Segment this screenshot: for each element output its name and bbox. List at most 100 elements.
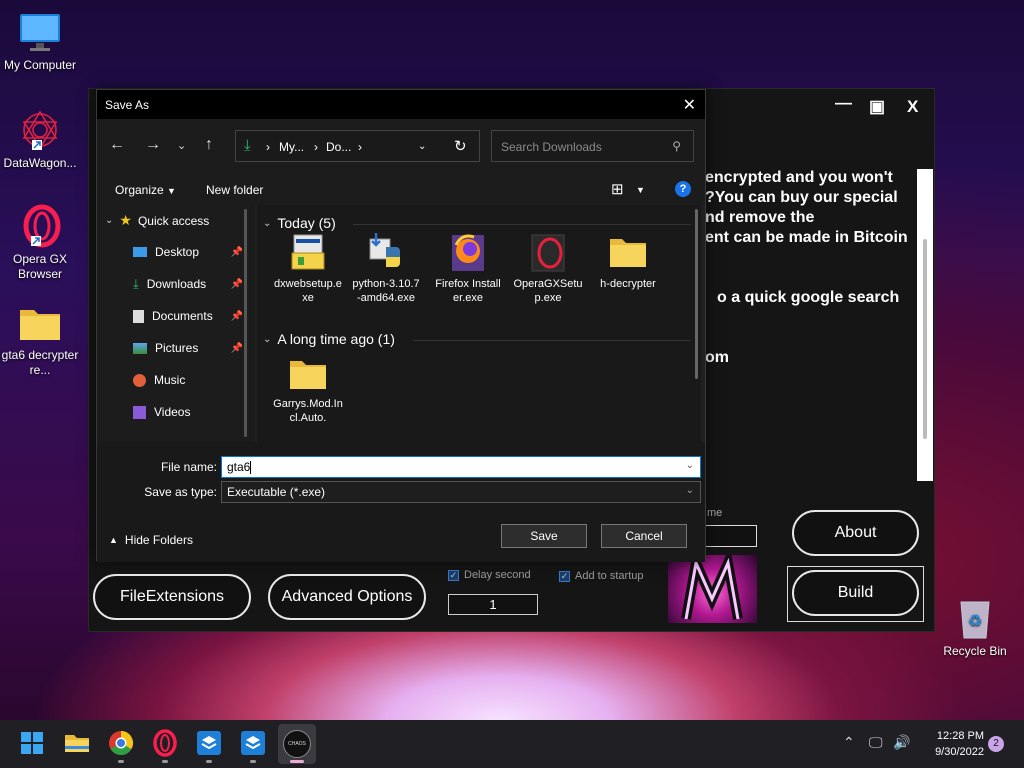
- nav-item-videos[interactable]: Videos: [133, 403, 253, 421]
- help-icon[interactable]: ?: [675, 181, 691, 197]
- chevron-down-icon[interactable]: ⌄: [686, 460, 694, 471]
- checkbox-box[interactable]: ✓: [559, 570, 570, 582]
- folder-icon: [18, 304, 62, 344]
- desktop-icon-opera-gx[interactable]: Opera GX Browser: [0, 204, 80, 282]
- back-arrow-icon[interactable]: ←: [109, 136, 125, 154]
- network-icon[interactable]: 🖵: [869, 734, 883, 751]
- pin-icon[interactable]: 📌: [231, 311, 243, 322]
- app-button[interactable]: [194, 728, 224, 763]
- breadcrumb-my-computer[interactable]: My...: [279, 140, 304, 154]
- partial-text-field[interactable]: [705, 525, 757, 547]
- show-hidden-icons-icon[interactable]: ⌃: [843, 734, 855, 751]
- chevron-down-icon[interactable]: ⌄: [686, 485, 694, 496]
- refresh-icon[interactable]: ↻: [454, 137, 467, 155]
- chevron-down-icon[interactable]: ⌄: [263, 218, 271, 229]
- build-button[interactable]: Build: [792, 570, 919, 616]
- ransom-note-line: encrypted and you won't: [705, 169, 893, 186]
- save-as-type-select[interactable]: Executable (*.exe) ⌄: [221, 481, 701, 503]
- nav-item-downloads[interactable]: ⤓ Downloads 📌: [133, 275, 253, 293]
- desktop-icon-recycle-bin[interactable]: ♻ Recycle Bin: [935, 596, 1015, 659]
- view-chevron-icon[interactable]: ▼: [636, 185, 645, 195]
- save-as-type-label: Save as type:: [144, 485, 217, 499]
- notification-badge[interactable]: 2: [988, 736, 1004, 752]
- file-item[interactable]: Garrys.Mod.Incl.Auto.: [273, 355, 343, 425]
- ransom-note-line: ?You can buy our special: [705, 189, 898, 206]
- file-name: python-3.10.7-amd64.exe: [352, 278, 420, 304]
- chaos-app-button[interactable]: CHAOS: [278, 724, 316, 764]
- nav-item-desktop[interactable]: Desktop 📌: [133, 243, 253, 261]
- view-options-icon[interactable]: ⊞: [611, 180, 624, 198]
- maximize-button[interactable]: ▣: [869, 97, 885, 117]
- save-button[interactable]: Save: [501, 524, 587, 548]
- about-button[interactable]: About: [792, 510, 919, 556]
- forward-arrow-icon[interactable]: →: [145, 136, 161, 154]
- nav-item-music[interactable]: Music: [133, 371, 253, 389]
- start-button[interactable]: [17, 728, 47, 758]
- search-input[interactable]: Search Downloads: [501, 140, 602, 154]
- search-icon[interactable]: ⚲: [672, 139, 681, 153]
- nav-item-pictures[interactable]: Pictures 📌: [133, 339, 253, 357]
- file-item[interactable]: h-decrypter: [593, 231, 663, 291]
- address-dropdown-icon[interactable]: ⌄: [418, 141, 426, 152]
- file-explorer-button[interactable]: [62, 728, 92, 758]
- pin-icon[interactable]: 📌: [231, 343, 243, 354]
- volume-icon[interactable]: 🔊: [893, 734, 910, 751]
- add-to-startup-checkbox[interactable]: ✓ Add to startup: [559, 570, 644, 582]
- file-name: Garrys.Mod.Incl.Auto.: [273, 398, 343, 424]
- chaos-icon: CHAOS: [283, 730, 311, 758]
- dialog-close-icon[interactable]: ✕: [683, 95, 696, 115]
- opera-gx-button[interactable]: [150, 728, 180, 763]
- scrollbar-thumb[interactable]: [923, 239, 927, 439]
- running-indicator: [250, 760, 256, 763]
- address-bar[interactable]: ⤓ › My... › Do... › ⌄ ↻: [235, 130, 480, 162]
- file-item[interactable]: python-3.10.7-amd64.exe: [351, 231, 421, 305]
- pin-icon[interactable]: 📌: [231, 247, 243, 258]
- file-extensions-button[interactable]: FileExtensions: [93, 574, 251, 620]
- desktop-icon-datawagon[interactable]: DataWagon...: [0, 108, 80, 171]
- minimize-button[interactable]: —: [835, 93, 852, 113]
- folder-icon: [288, 355, 328, 393]
- file-item[interactable]: dxwebsetup.exe: [273, 231, 343, 305]
- delay-second-checkbox[interactable]: ✓ Delay second: [448, 569, 531, 581]
- checkbox-box[interactable]: ✓: [448, 569, 459, 581]
- search-box[interactable]: Search Downloads ⚲: [491, 130, 694, 162]
- group-header-today[interactable]: ⌄ Today (5): [263, 215, 336, 231]
- ransom-note-scrollbar[interactable]: [917, 169, 933, 481]
- nav-item-label: Documents: [152, 309, 213, 323]
- new-folder-button[interactable]: New folder: [206, 183, 263, 197]
- close-button[interactable]: X: [907, 97, 918, 117]
- up-arrow-icon[interactable]: ↑: [205, 136, 213, 154]
- advanced-options-button[interactable]: Advanced Options: [268, 574, 426, 620]
- svg-text:♻: ♻: [968, 613, 982, 630]
- breadcrumb-downloads[interactable]: Do...: [326, 140, 351, 154]
- file-item[interactable]: OperaGXSetup.exe: [513, 231, 583, 305]
- python-icon: [366, 231, 406, 273]
- group-header-long-ago[interactable]: ⌄ A long time ago (1): [263, 331, 395, 347]
- chrome-button[interactable]: [106, 728, 136, 763]
- chevron-down-icon[interactable]: ⌄: [263, 334, 271, 345]
- nav-item-documents[interactable]: Documents 📌: [133, 307, 253, 325]
- desktop-icon-gta6-decrypter[interactable]: gta6 decrypter re...: [0, 304, 80, 378]
- file-name: Firefox Installer.exe: [435, 278, 501, 304]
- file-pane-scrollbar[interactable]: [695, 209, 698, 379]
- ransom-note-line: o a quick google search: [717, 289, 900, 306]
- organize-menu[interactable]: Organize ▼: [115, 183, 176, 197]
- file-name: h-decrypter: [600, 278, 656, 290]
- hide-folders-label: Hide Folders: [124, 533, 193, 547]
- file-name-input[interactable]: gta6 ⌄: [221, 456, 701, 478]
- recent-locations-chevron-icon[interactable]: ⌄: [177, 139, 186, 152]
- app-button[interactable]: [238, 728, 268, 763]
- dialog-title-bar[interactable]: Save As ✕: [97, 90, 705, 119]
- pin-icon[interactable]: 📌: [231, 279, 243, 290]
- desktop-icon-my-computer[interactable]: My Computer: [0, 10, 80, 73]
- delay-seconds-input[interactable]: 1: [448, 594, 538, 615]
- picture-icon: [133, 342, 147, 354]
- hide-folders-toggle[interactable]: ▲ Hide Folders: [109, 533, 193, 547]
- quick-access-item[interactable]: ⌄ ★ Quick access: [105, 212, 209, 229]
- clock-date: 9/30/2022: [935, 746, 984, 758]
- chevron-down-icon[interactable]: ⌄: [105, 215, 113, 226]
- file-item[interactable]: Firefox Installer.exe: [433, 231, 503, 305]
- nav-pane-scrollbar[interactable]: [244, 209, 247, 437]
- cancel-button[interactable]: Cancel: [601, 524, 687, 548]
- clock[interactable]: 12:28 PM 9/30/2022: [920, 728, 984, 760]
